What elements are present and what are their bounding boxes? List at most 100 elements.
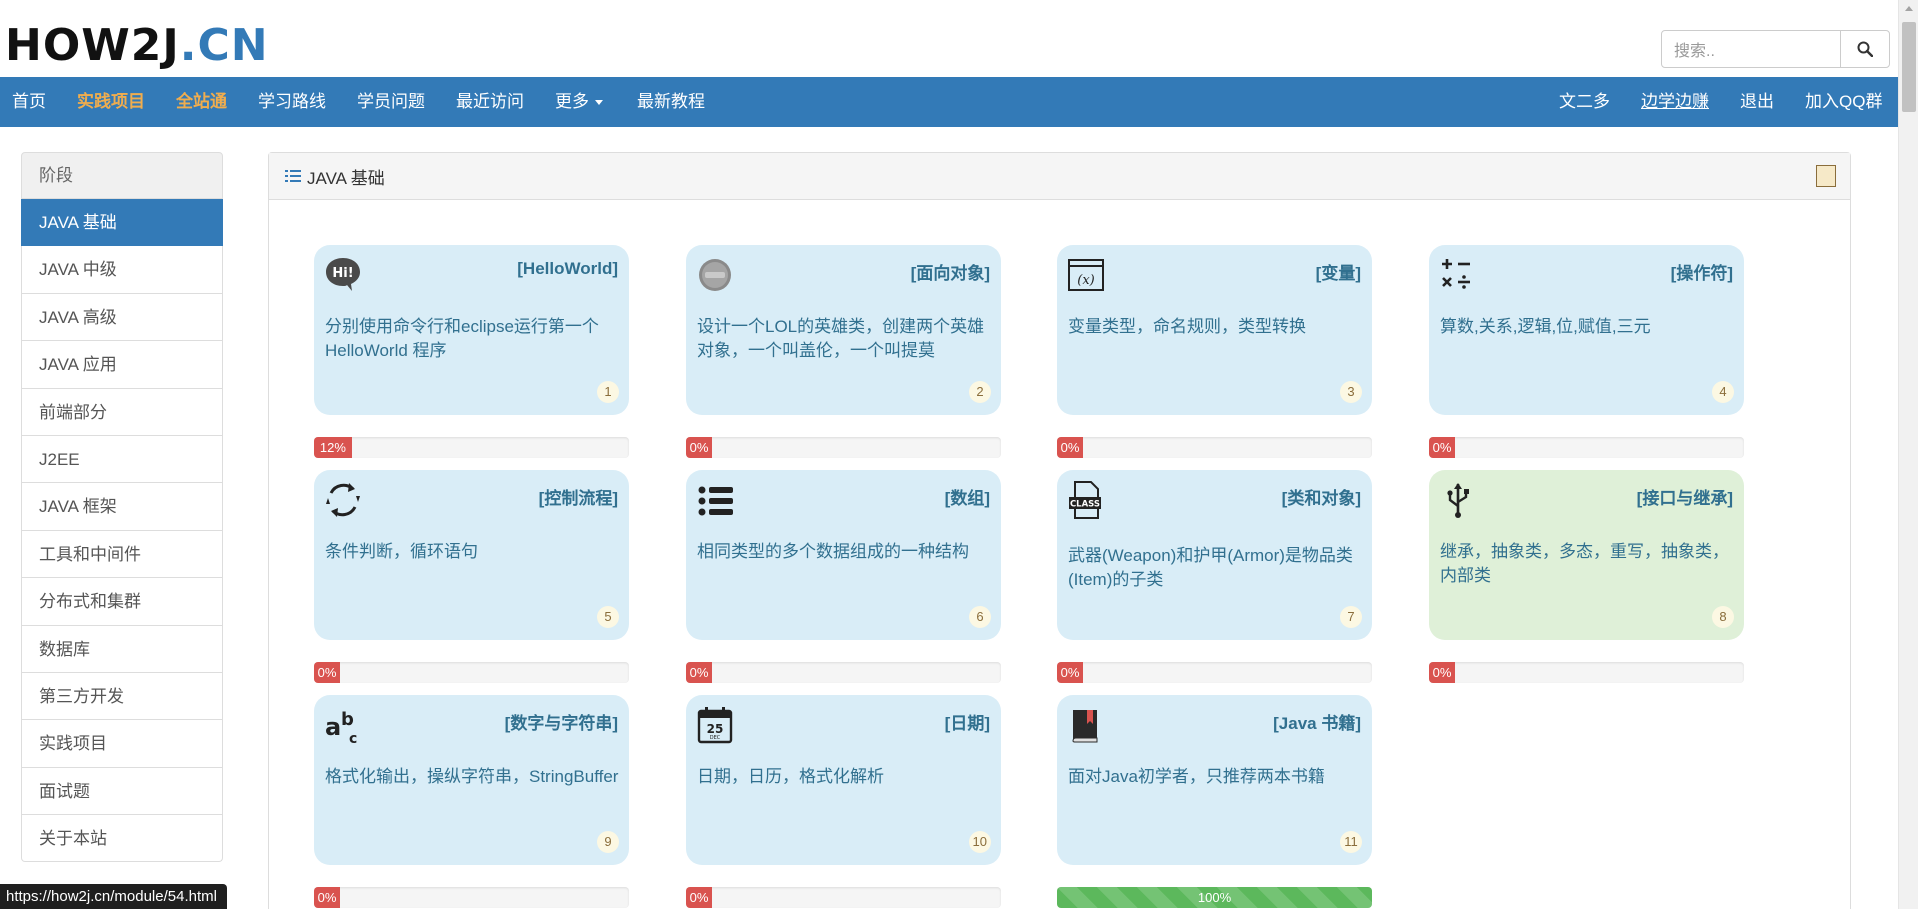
hi-bubble-icon: Hi! [326,258,360,291]
progress-fill: 0% [1429,662,1455,683]
card-number-badge: 7 [1340,606,1362,628]
nav-more-dropdown[interactable]: 更多 [555,77,603,127]
card-title[interactable]: [操作符] [1671,259,1733,284]
progress-bar: 100% [1057,887,1372,908]
card-number-badge: 6 [969,606,991,628]
page-scrollbar[interactable] [1898,0,1918,909]
nav-qq-group[interactable]: 加入QQ群 [1805,77,1882,127]
progress-fill: 0% [1429,437,1455,458]
nav-logout[interactable]: 退出 [1740,77,1774,127]
book-icon [1072,710,1098,743]
card-number-badge: 3 [1340,381,1362,403]
sidebar-item-distributed[interactable]: 分布式和集群 [21,578,223,626]
course-card[interactable]: [数组] 相同类型的多个数据组成的一种结构 6 [686,470,1001,640]
card-desc: 设计一个LOL的英雄类，创建两个英雄对象，一个叫盖伦，一个叫提莫 [697,317,985,360]
calendar-month-text: DEC [710,735,721,741]
course-card[interactable]: [面向对象] 设计一个LOL的英雄类，创建两个英雄对象，一个叫盖伦，一个叫提莫 … [686,245,1001,415]
search-icon [1857,41,1873,57]
stage-sidebar: 阶段 JAVA 基础 JAVA 中级 JAVA 高级 JAVA 应用 前端部分 … [21,152,223,863]
course-card[interactable]: [操作符] 算数,关系,逻辑,位,赋值,三元 4 [1429,245,1744,415]
card-desc: 面对Java初学者，只推荐两本书籍 [1068,767,1325,786]
caret-down-icon [595,100,603,106]
sidebar-item-about[interactable]: 关于本站 [21,815,223,863]
sidebar-item-java-advanced[interactable]: JAVA 高级 [21,293,223,342]
nav-earn[interactable]: 边学边赚 [1641,77,1709,127]
panel-header: JAVA 基础 [269,153,1850,200]
card-title[interactable]: [面向对象] [911,259,990,284]
progress-fill: 0% [1057,437,1083,458]
course-card[interactable]: [Java 书籍] 面对Java初学者，只推荐两本书籍 11 [1057,695,1372,865]
card-title[interactable]: [数字与字符串] [505,709,618,734]
variable-text: (x) [1077,273,1094,288]
scroll-up-icon[interactable] [1905,6,1913,11]
sidebar-item-java-intermediate[interactable]: JAVA 中级 [21,246,223,294]
abc-c-text: c [349,731,357,745]
sidebar-item-tools[interactable]: 工具和中间件 [21,530,223,579]
progress-fill: 0% [314,887,340,908]
nav-user[interactable]: 文二多 [1559,77,1610,127]
card-desc: 日期，日历，格式化解析 [697,767,884,786]
course-card[interactable]: (x) [变量] 变量类型，命名规则，类型转换 3 [1057,245,1372,415]
sidebar-item-third-party[interactable]: 第三方开发 [21,672,223,721]
bullet-list-icon [698,486,733,516]
card-title[interactable]: [日期] [945,709,990,734]
main-navbar: 首页 实践项目 全站通 学习路线 学员问题 最近访问 更多 最新教程 文二多 边… [0,77,1898,127]
card-title[interactable]: [变量] [1316,259,1361,284]
panel-toggle-icon[interactable] [1816,165,1836,187]
lol-logo-icon [699,259,731,291]
sidebar-item-projects[interactable]: 实践项目 [21,720,223,768]
card-title[interactable]: [Java 书籍] [1273,709,1361,734]
class-text: CLASS [1070,500,1100,510]
card-desc: 分别使用命令行和eclipse运行第一个HelloWorld 程序 [325,317,599,360]
card-title[interactable]: [HelloWorld] [517,259,618,279]
course-card[interactable]: [接口与继承] 继承，抽象类，多态，重写，抽象类，内部类 8 [1429,470,1744,640]
hi-text: Hi! [332,266,353,281]
nav-recent[interactable]: 最近访问 [456,77,524,127]
progress-bar: 0% [314,662,629,683]
course-card[interactable]: Hi! [HelloWorld] 分别使用命令行和eclipse运行第一个Hel… [314,245,629,415]
site-logo[interactable]: HOW2J .CN [5,20,269,72]
nav-learning-path[interactable]: 学习路线 [258,77,326,127]
search-button[interactable] [1840,30,1890,68]
card-number-badge: 1 [597,381,619,403]
card-number-badge: 10 [968,831,991,853]
course-card[interactable]: [控制流程] 条件判断，循环语句 5 [314,470,629,640]
abc-icon: a bc [325,709,357,745]
calendar-day-text: 25 [707,722,724,736]
sidebar-item-database[interactable]: 数据库 [21,625,223,673]
sidebar-item-java-basic[interactable]: JAVA 基础 [21,199,223,247]
progress-fill: 0% [686,662,712,683]
logo-text: HOW2J [5,20,180,71]
nav-projects[interactable]: 实践项目 [77,77,145,127]
nav-latest[interactable]: 最新教程 [637,77,705,127]
nav-student-questions[interactable]: 学员问题 [357,77,425,127]
sidebar-item-frontend[interactable]: 前端部分 [21,388,223,436]
nav-all-access[interactable]: 全站通 [176,77,227,127]
sidebar-item-interview[interactable]: 面试题 [21,767,223,816]
search-input[interactable]: 搜索.. [1661,30,1864,68]
course-card[interactable]: 25 DEC [日期] 日期，日历，格式化解析 10 [686,695,1001,865]
card-title[interactable]: [控制流程] [539,484,618,509]
progress-fill: 100% [1057,887,1372,908]
sidebar-item-java-framework[interactable]: JAVA 框架 [21,483,223,531]
sidebar-item-j2ee[interactable]: J2EE [21,435,223,484]
card-title[interactable]: [数组] [945,484,990,509]
panel-title: JAVA 基础 [307,168,385,188]
scroll-thumb[interactable] [1902,22,1916,112]
course-card[interactable]: abc [数字与字符串] 格式化输出，操纵字符串，StringBuffer 9 [314,695,629,865]
nav-home[interactable]: 首页 [12,77,46,127]
card-title[interactable]: [类和对象] [1282,484,1361,509]
sidebar-item-java-application[interactable]: JAVA 应用 [21,341,223,389]
card-desc: 变量类型，命名规则，类型转换 [1068,317,1306,336]
loop-icon [326,483,360,517]
usb-icon [1447,483,1469,518]
nav-more-label: 更多 [555,92,589,111]
course-card[interactable]: CLASS [类和对象] 武器(Weapon)和护甲(Armor)是物品类(It… [1057,470,1372,640]
progress-bar: 12% [314,437,629,458]
progress-bar: 0% [686,887,1001,908]
list-icon [285,170,301,182]
card-title[interactable]: [接口与继承] [1637,484,1733,509]
abc-b-text: b [341,709,354,730]
progress-fill: 12% [314,437,352,458]
card-number-badge: 4 [1712,381,1734,403]
